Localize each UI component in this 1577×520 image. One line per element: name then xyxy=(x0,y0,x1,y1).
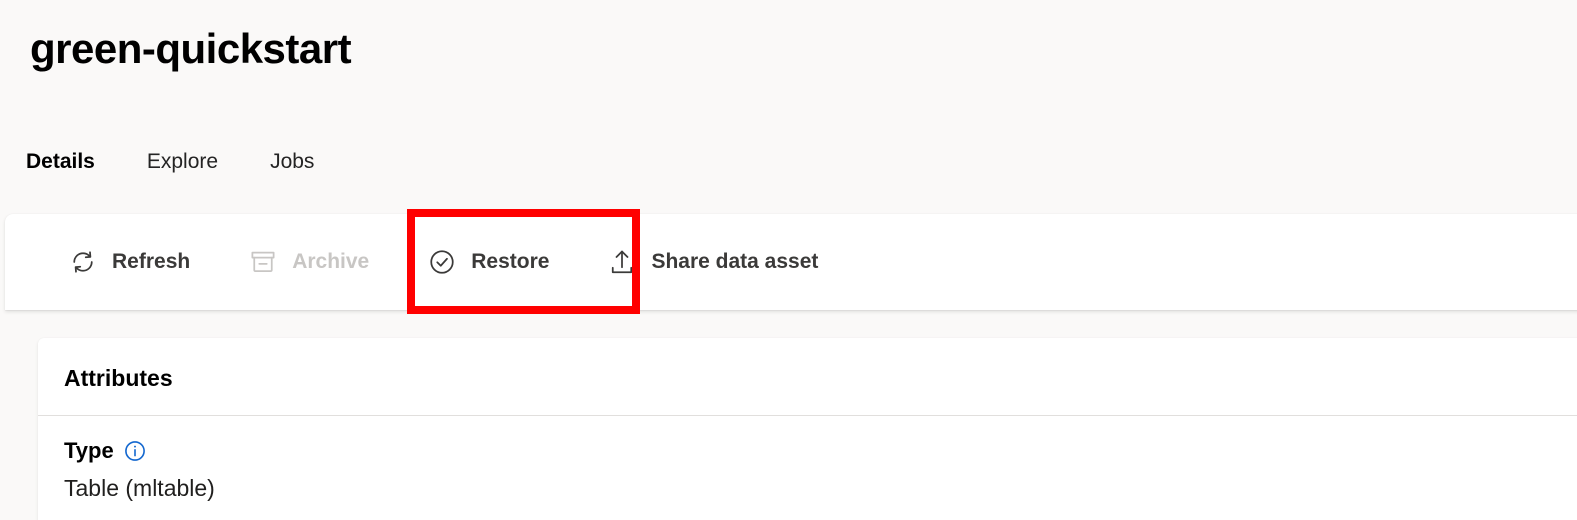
attribute-row-type: Type Table (mltable) xyxy=(38,416,1577,502)
tab-details[interactable]: Details xyxy=(26,148,121,226)
tab-list: Details Explore Jobs xyxy=(26,148,340,226)
attribute-label-wrapper: Type xyxy=(64,438,1577,463)
attributes-heading: Attributes xyxy=(64,365,173,391)
tab-explore-label: Explore xyxy=(146,150,219,173)
restore-button[interactable]: Restore xyxy=(409,232,567,292)
attribute-label-type: Type xyxy=(64,438,114,464)
share-data-asset-button[interactable]: Share data asset xyxy=(589,232,836,292)
share-data-asset-button-label: Share data asset xyxy=(651,250,819,273)
tab-explore[interactable]: Explore xyxy=(121,148,244,176)
refresh-button-label: Refresh xyxy=(112,250,191,273)
refresh-icon xyxy=(68,247,98,277)
archive-icon xyxy=(248,247,278,277)
tab-jobs-label: Jobs xyxy=(270,150,315,173)
attribute-value-type: Table (mltable) xyxy=(64,474,215,501)
refresh-button[interactable]: Refresh xyxy=(50,232,208,292)
page-title: green-quickstart xyxy=(30,25,352,72)
archive-button: Archive xyxy=(230,232,387,292)
tab-details-label: Details xyxy=(26,150,95,173)
info-icon[interactable] xyxy=(123,439,147,463)
attributes-panel: Attributes Type Table (mltable) xyxy=(38,338,1577,520)
restore-button-label: Restore xyxy=(471,250,550,273)
archive-button-label: Archive xyxy=(292,250,370,273)
upload-share-icon xyxy=(607,247,637,277)
command-toolbar: Refresh Archive Restore Share data asset xyxy=(5,214,1577,310)
tab-jobs[interactable]: Jobs xyxy=(244,148,340,176)
check-circle-icon xyxy=(427,247,457,277)
page-header: green-quickstart Details Explore Jobs xyxy=(0,0,1577,226)
